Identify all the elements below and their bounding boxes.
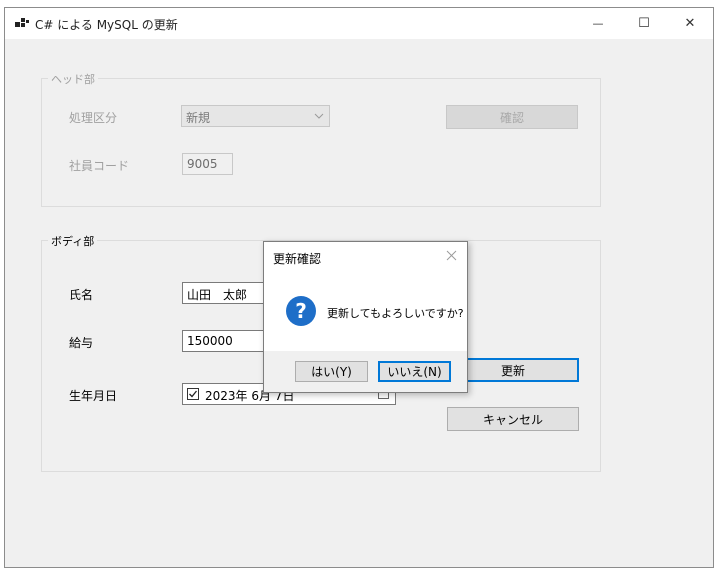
head-group: ヘッド部 処理区分 新規 確認 社員コード 9005 [41, 71, 601, 207]
cancel-button[interactable]: キャンセル [447, 407, 579, 431]
dialog-footer: はい(Y) いいえ(N) [264, 351, 467, 392]
close-icon: ✕ [684, 16, 696, 31]
process-label: 処理区分 [69, 111, 118, 125]
dialog-message: 更新してもよろしいですか? [327, 307, 464, 320]
birthdate-checkbox[interactable] [187, 388, 199, 400]
process-combo[interactable]: 新規 [181, 105, 330, 127]
close-button[interactable]: ✕ [667, 8, 713, 39]
dialog-close-icon[interactable] [446, 250, 457, 264]
yes-button[interactable]: はい(Y) [295, 361, 368, 382]
chevron-down-icon [314, 110, 324, 124]
confirm-dialog: 更新確認 ? 更新してもよろしいですか? はい(Y) いいえ(N) [263, 241, 468, 393]
title-bar: C# による MySQL の更新 — ☐ ✕ [5, 8, 713, 39]
confirm-button[interactable]: 確認 [446, 105, 578, 129]
no-button[interactable]: いいえ(N) [378, 361, 451, 382]
minimize-icon: — [592, 17, 604, 30]
app-icon [15, 18, 29, 27]
salary-label: 給与 [69, 336, 94, 350]
name-label: 氏名 [69, 288, 94, 302]
employee-code-label: 社員コード [69, 159, 130, 173]
body-group-label: ボディ部 [48, 233, 98, 249]
head-group-label: ヘッド部 [48, 71, 98, 87]
maximize-button[interactable]: ☐ [621, 8, 667, 39]
birthdate-label: 生年月日 [69, 389, 118, 403]
window-title: C# による MySQL の更新 [35, 18, 178, 32]
maximize-icon: ☐ [638, 16, 650, 31]
process-value: 新規 [186, 111, 211, 125]
dialog-title: 更新確認 [273, 252, 322, 266]
minimize-button[interactable]: — [575, 8, 621, 39]
employee-code-field[interactable]: 9005 [182, 153, 233, 175]
question-icon: ? [286, 296, 316, 326]
